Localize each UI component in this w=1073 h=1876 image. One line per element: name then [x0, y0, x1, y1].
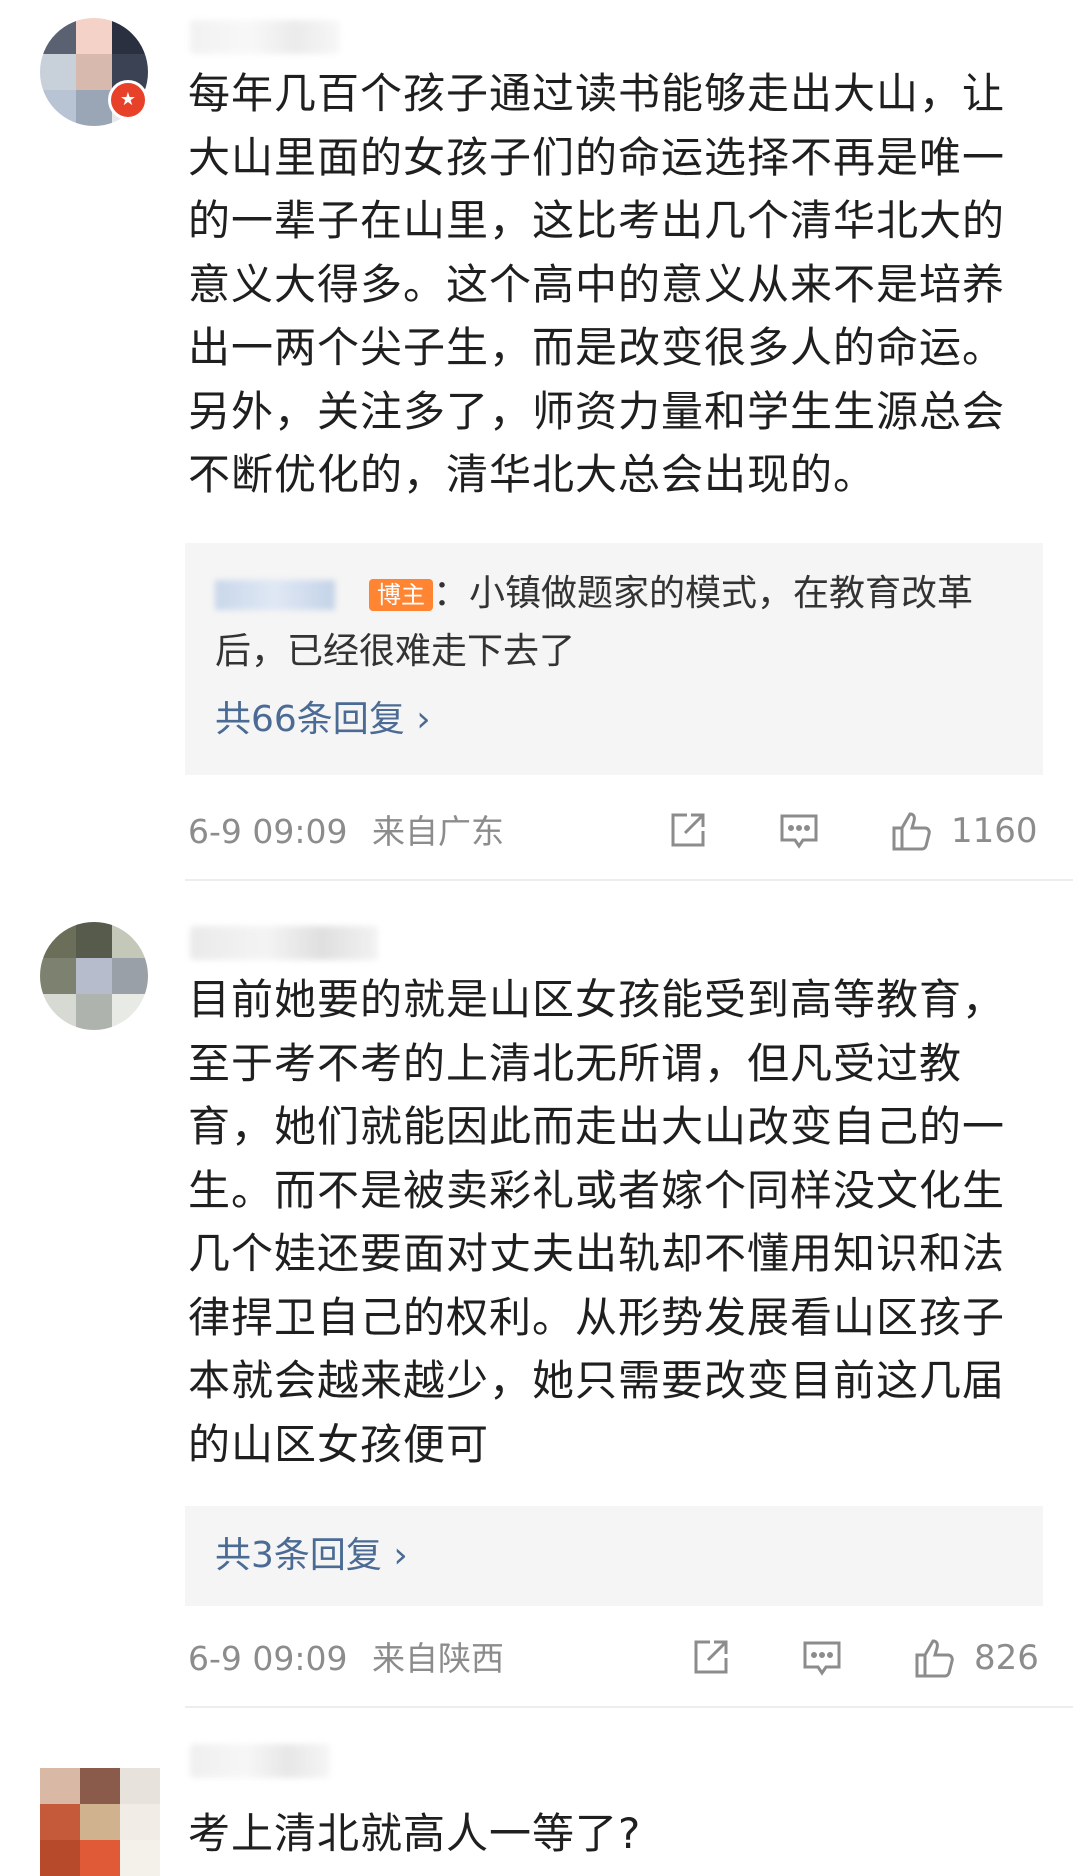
comment-item: ★ 每年几百个孩子通过读书能够走出大山，让大山里面的女孩子们的命运选择不再是唯一… [0, 0, 1073, 851]
thumbs-up-icon [915, 1639, 954, 1678]
comment-location: 来自陕西 [372, 1639, 504, 1678]
like-button[interactable]: 826 [912, 1635, 1039, 1681]
username[interactable] [190, 1744, 330, 1778]
username[interactable] [190, 926, 378, 960]
share-icon [671, 813, 705, 847]
like-button[interactable]: 1160 [889, 808, 1038, 854]
comment-body: 每年几百个孩子通过读书能够走出大山，让大山里面的女孩子们的命运选择不再是唯一的一… [188, 69, 1006, 499]
comment-time: 6-9 09:09 [188, 812, 348, 851]
comment-actions: 826 [688, 1628, 1043, 1688]
reply-preview-box[interactable]: 博主 ：小镇做题家的模式，在教育改革后，已经很难走下去了 共66条回复 › [185, 543, 1043, 775]
comment-button[interactable] [777, 809, 889, 853]
like-count: 1160 [951, 811, 1038, 851]
reply-username[interactable] [215, 580, 335, 610]
reply-preview: 博主 ：小镇做题家的模式，在教育改革后，已经很难走下去了 [215, 565, 1015, 681]
comment-button[interactable] [800, 1636, 912, 1680]
share-button[interactable] [688, 1636, 800, 1680]
divider [185, 879, 1073, 881]
like-count: 826 [974, 1638, 1039, 1678]
avatar[interactable] [40, 922, 148, 1030]
comment-meta: 6-9 09:09 来自广东 [188, 807, 504, 857]
comment-location: 来自广东 [372, 812, 504, 851]
more-replies-link[interactable]: 共66条回复 › [215, 695, 431, 745]
host-tag: 博主 [369, 579, 433, 611]
comment-body: 目前她要的就是山区女孩能受到高等教育，至于考不考的上清北无所谓，但凡受过教育，她… [188, 975, 1006, 1469]
comment-item: 目前她要的就是山区女孩能受到高等教育，至于考不考的上清北无所谓，但凡受过教育，她… [0, 900, 1073, 1700]
comment-icon [803, 1641, 841, 1676]
comment-body: 考上清北就高人一等了? [188, 1809, 642, 1858]
comment-actions: 1160 [665, 801, 1043, 861]
comment-icon [780, 814, 818, 849]
more-replies-link[interactable]: 共3条回复 › [215, 1531, 408, 1581]
thumbs-up-icon [892, 812, 931, 851]
share-icon [694, 1640, 728, 1674]
avatar[interactable] [40, 1768, 160, 1876]
comment-time: 6-9 09:09 [188, 1639, 348, 1678]
username[interactable] [190, 20, 340, 54]
comment-item: 考上清北就高人一等了? [0, 1740, 1073, 1876]
share-button[interactable] [665, 809, 777, 853]
reply-preview-box[interactable]: 共3条回复 › [185, 1506, 1043, 1606]
divider [185, 1706, 1073, 1708]
verified-badge-icon: ★ [108, 80, 148, 120]
comment-meta: 6-9 09:09 来自陕西 [188, 1634, 504, 1684]
